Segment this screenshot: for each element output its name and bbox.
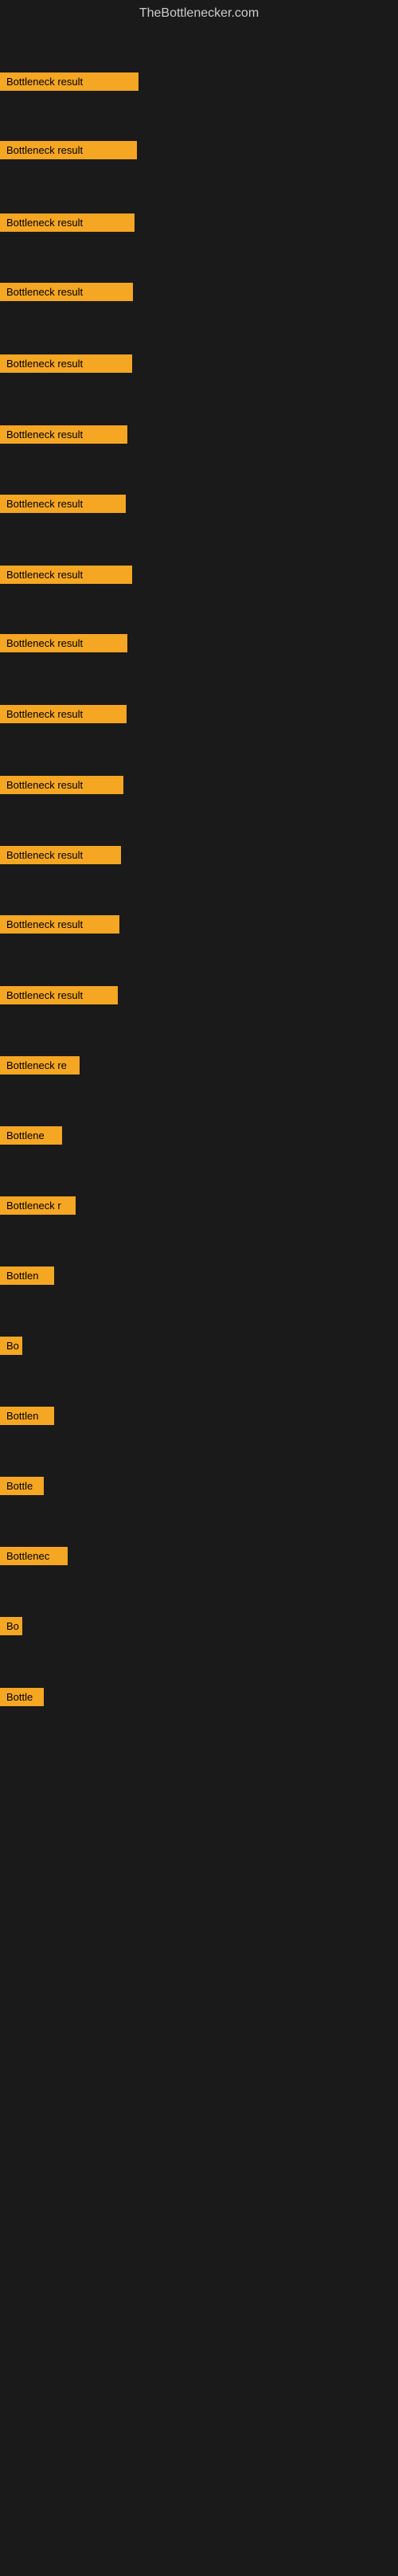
bottleneck-result-item[interactable]: Bottleneck result xyxy=(0,425,127,444)
bottleneck-result-item[interactable]: Bottleneck result xyxy=(0,566,132,584)
bottleneck-result-item[interactable]: Bottleneck result xyxy=(0,72,139,91)
bottleneck-result-item[interactable]: Bottleneck r xyxy=(0,1196,76,1215)
bottleneck-result-item[interactable]: Bottleneck result xyxy=(0,283,133,301)
bottleneck-result-item[interactable]: Bottleneck result xyxy=(0,986,118,1004)
bottleneck-result-item[interactable]: Bottleneck result xyxy=(0,776,123,794)
bottleneck-result-item[interactable]: Bottleneck result xyxy=(0,634,127,652)
bottleneck-result-item[interactable]: Bottle xyxy=(0,1477,44,1495)
bottleneck-result-item[interactable]: Bottleneck result xyxy=(0,213,135,232)
bottleneck-result-item[interactable]: Bottlen xyxy=(0,1407,54,1425)
bottleneck-result-item[interactable]: Bottleneck result xyxy=(0,495,126,513)
bottleneck-result-item[interactable]: Bottleneck result xyxy=(0,915,119,934)
bottleneck-result-item[interactable]: Bo xyxy=(0,1337,22,1355)
bottleneck-result-item[interactable]: Bottleneck result xyxy=(0,354,132,373)
bottleneck-result-item[interactable]: Bottlen xyxy=(0,1266,54,1285)
site-title: TheBottlenecker.com xyxy=(0,0,398,27)
bottleneck-result-item[interactable]: Bottleneck result xyxy=(0,846,121,864)
bottleneck-result-item[interactable]: Bo xyxy=(0,1617,22,1635)
bottleneck-result-item[interactable]: Bottleneck result xyxy=(0,141,137,159)
bottleneck-result-item[interactable]: Bottlenec xyxy=(0,1547,68,1565)
bottleneck-result-item[interactable]: Bottleneck re xyxy=(0,1056,80,1075)
bottleneck-result-item[interactable]: Bottlene xyxy=(0,1126,62,1145)
bottleneck-result-item[interactable]: Bottle xyxy=(0,1688,44,1706)
bottleneck-result-item[interactable]: Bottleneck result xyxy=(0,705,127,723)
